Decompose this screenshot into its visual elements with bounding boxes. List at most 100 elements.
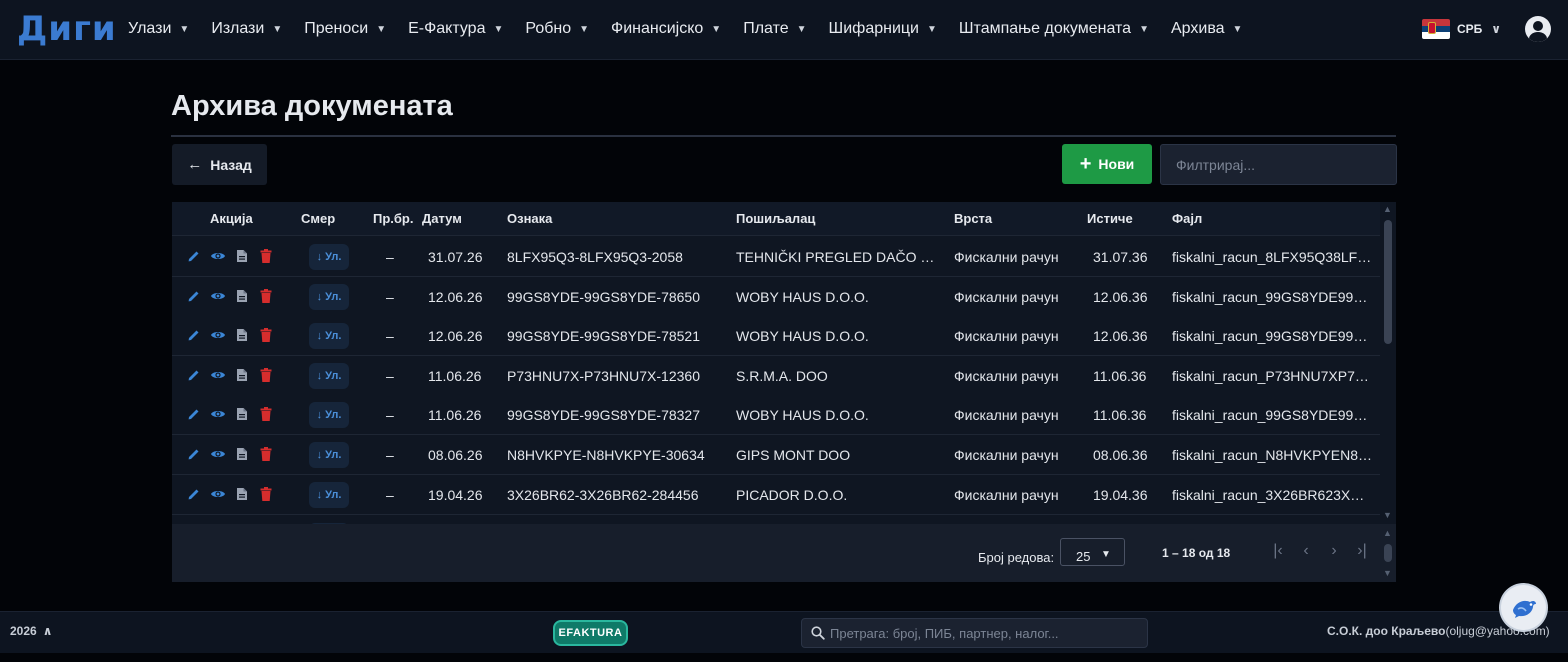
column-header-expires[interactable]: Истиче	[1087, 211, 1133, 226]
menu-item-label: Е-Фактура	[408, 20, 486, 37]
file-icon[interactable]	[234, 367, 250, 383]
view-eye-icon[interactable]	[210, 406, 226, 422]
table-row[interactable]: ↓ Ул. – 12.06.26 99GS8YDE-99GS8YDE-78521 WOB…	[172, 316, 1380, 357]
column-header-mark[interactable]: Ознака	[507, 211, 552, 226]
year-selector[interactable]: 2026 ∧	[10, 624, 52, 638]
menu-item-label: Преноси	[304, 20, 369, 37]
file-icon[interactable]	[234, 288, 250, 304]
view-eye-icon[interactable]	[210, 327, 226, 343]
view-eye-icon[interactable]	[210, 248, 226, 264]
table-row[interactable]: ↓ Ул. – 08.06.26 N8HVKPYE-N8HVKPYE-30634 GIP…	[172, 435, 1380, 475]
previous-page-icon[interactable]: ‹	[1292, 542, 1320, 560]
next-page-icon[interactable]: ›	[1320, 542, 1348, 560]
delete-trash-icon[interactable]	[258, 486, 274, 502]
back-button[interactable]: ← Назад	[172, 144, 267, 185]
menu-item-label: Улази	[128, 20, 172, 37]
edit-pencil-icon[interactable]	[186, 367, 202, 383]
cell-sender: GIPS MONT DOO	[736, 447, 851, 463]
cell-sender: S.R.M.A. DOO	[736, 367, 828, 384]
table-row[interactable]: ↓ Ул. – 12.06.26 99GS8YDE-99GS8YDE-78650 WOB…	[172, 276, 1380, 317]
scrollbar-thumb[interactable]	[1384, 220, 1392, 344]
scroll-up-icon[interactable]: ▲	[1383, 528, 1392, 538]
view-eye-icon[interactable]	[210, 288, 226, 304]
cell-type: Фискални рачун	[954, 288, 1059, 305]
cell-date: 19.04.26	[428, 486, 483, 503]
edit-pencil-icon[interactable]	[186, 327, 202, 343]
global-search-input[interactable]	[830, 619, 1140, 647]
menu-item-ulazi[interactable]: Улази ▼	[128, 20, 189, 38]
edit-pencil-icon[interactable]	[186, 446, 202, 462]
edit-pencil-icon[interactable]	[186, 288, 202, 304]
file-icon[interactable]	[234, 406, 250, 422]
menu-item-efaktura[interactable]: Е-Фактура ▼	[408, 20, 503, 38]
view-eye-icon[interactable]	[210, 486, 226, 502]
row-actions	[186, 446, 282, 462]
table-row[interactable]: ↓ Ул. – 11.06.26 99GS8YDE-99GS8YDE-78327 WOB…	[172, 395, 1380, 436]
menu-item-sifarnici[interactable]: Шифарници ▼	[829, 20, 937, 38]
menu-item-stampanje[interactable]: Штампање докумената ▼	[959, 20, 1149, 38]
delete-trash-icon[interactable]	[258, 288, 274, 304]
efaktura-badge[interactable]: EFAKTURA	[553, 620, 628, 646]
menu-item-izlazi[interactable]: Излази ▼	[211, 20, 282, 38]
table-row[interactable]: ↓ Ул. – 19.04.26 3X26BR62-3X26BR62-284456 PI…	[172, 474, 1380, 515]
cell-number: –	[386, 447, 394, 463]
cell-number: –	[386, 486, 394, 503]
direction-badge: ↓ Ул.	[309, 402, 349, 429]
table-scrollbar[interactable]: ▲ ▼	[1380, 202, 1396, 524]
footer-scrollbar[interactable]: ▲ ▼	[1380, 524, 1396, 582]
plus-icon: +	[1079, 152, 1092, 175]
view-eye-icon[interactable]	[210, 367, 226, 383]
column-header-type[interactable]: Врста	[954, 211, 992, 226]
filter-input[interactable]	[1160, 144, 1397, 185]
file-icon[interactable]	[234, 446, 250, 462]
last-page-icon[interactable]: ›|	[1348, 542, 1376, 560]
file-icon[interactable]	[234, 248, 250, 264]
menu-item-arhiva[interactable]: Архива ▼	[1171, 20, 1242, 38]
column-header-date[interactable]: Датум	[422, 211, 462, 226]
rows-per-page-select[interactable]: 25 ▼	[1060, 538, 1125, 566]
scroll-down-icon[interactable]: ▼	[1383, 568, 1392, 578]
delete-trash-icon[interactable]	[258, 367, 274, 383]
column-header-file[interactable]: Фајл	[1172, 211, 1202, 226]
menu-item-finansijsko[interactable]: Финансијско ▼	[611, 20, 721, 38]
first-page-icon[interactable]: |‹	[1264, 542, 1292, 560]
delete-trash-icon[interactable]	[258, 446, 274, 462]
edit-pencil-icon[interactable]	[186, 486, 202, 502]
column-header-sender[interactable]: Пошиљалац	[736, 211, 815, 226]
view-eye-icon[interactable]	[210, 446, 226, 462]
table-row[interactable]: ↓ Ул. – 11.06.26 P73HNU7X-P73HNU7X-12360 S.R…	[172, 355, 1380, 396]
chevron-down-icon: ∨	[1491, 22, 1502, 36]
new-button[interactable]: + Нови	[1062, 144, 1152, 184]
column-header-direction[interactable]: Смер	[301, 211, 335, 226]
direction-badge: ↓ Ул.	[309, 442, 349, 468]
assistant-bird-icon[interactable]	[1501, 585, 1546, 630]
scroll-down-icon[interactable]: ▼	[1383, 510, 1392, 520]
menu-item-robno[interactable]: Робно ▼	[525, 20, 589, 38]
menu-item-plate[interactable]: Плате ▼	[743, 20, 806, 38]
delete-trash-icon[interactable]	[258, 248, 274, 264]
delete-trash-icon[interactable]	[258, 327, 274, 343]
edit-pencil-icon[interactable]	[186, 248, 202, 264]
language-selector[interactable]: СРБ ∨	[1422, 19, 1501, 39]
file-icon[interactable]	[234, 486, 250, 502]
app-logo[interactable]: Диги	[17, 9, 117, 49]
delete-trash-icon[interactable]	[258, 406, 274, 422]
column-header-number[interactable]: Пр.бр.	[373, 211, 413, 226]
cell-file: fiskalni_racun_P73HNU7XP73HNU7X12360.pdf	[1172, 367, 1372, 384]
table-row[interactable]: ↓ Ул. – 31.07.26 8LFX95Q3-8LFX95Q3-2058 TEHN…	[172, 237, 1380, 277]
file-icon[interactable]	[234, 327, 250, 343]
scroll-up-icon[interactable]: ▲	[1383, 204, 1392, 214]
cell-number: –	[386, 367, 394, 384]
cell-file: fiskalni_racun_3X26BR623X26BR62284456.pd…	[1172, 486, 1372, 503]
menu-item-label: Штампање докумената	[958, 20, 1132, 37]
caret-down-icon: ▼	[272, 23, 283, 35]
cell-number: –	[386, 407, 394, 424]
user-avatar-icon[interactable]	[1525, 16, 1551, 42]
column-header-action[interactable]: Акција	[210, 211, 253, 226]
page-title: Архива докумената	[171, 90, 453, 122]
cell-sender: TEHNIČKI PREGLED DAČO DOO	[736, 249, 936, 265]
caret-down-icon: ▼	[579, 23, 590, 35]
menu-item-prenosi[interactable]: Преноси ▼	[304, 20, 386, 38]
scrollbar-thumb[interactable]	[1384, 544, 1392, 562]
edit-pencil-icon[interactable]	[186, 406, 202, 422]
